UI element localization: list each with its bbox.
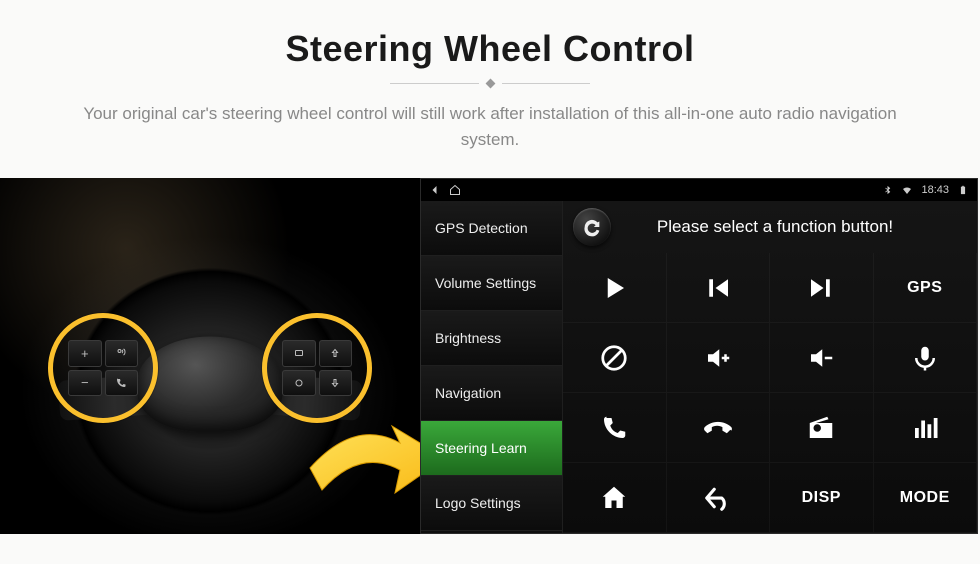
phone-pickup-icon (599, 413, 629, 443)
sidebar-item-label: Navigation (435, 385, 501, 401)
volume-down-button[interactable] (770, 323, 874, 393)
mute-button[interactable] (563, 323, 667, 393)
equalizer-icon (910, 413, 940, 443)
sidebar-item-steering-learn[interactable]: Steering Learn (421, 421, 562, 476)
next-track-button[interactable] (770, 253, 874, 323)
home-button[interactable] (563, 463, 667, 533)
sidebar-item-volume-settings[interactable]: Volume Settings (421, 256, 562, 311)
sidebar-item-gps-detection[interactable]: GPS Detection (421, 201, 562, 256)
sidebar-item-navigation[interactable]: Navigation (421, 366, 562, 421)
headunit-screen: 18:43 GPS Detection Volume Settings Brig… (420, 178, 978, 534)
battery-icon (957, 184, 969, 196)
call-hangup-button[interactable] (667, 393, 771, 463)
home-icon (599, 483, 629, 513)
next-track-icon (806, 273, 836, 303)
play-icon (599, 273, 629, 303)
gps-button[interactable]: GPS (874, 253, 978, 323)
sidebar-item-label: Brightness (435, 330, 501, 346)
page-subtitle: Your original car's steering wheel contr… (60, 101, 920, 152)
status-time: 18:43 (921, 184, 949, 196)
highlight-ring-left (48, 313, 158, 423)
equalizer-button[interactable] (874, 393, 978, 463)
wifi-icon (901, 184, 913, 196)
status-bar: 18:43 (421, 179, 977, 201)
sidebar-item-logo-settings[interactable]: Logo Settings (421, 476, 562, 531)
back-nav-icon[interactable] (429, 184, 441, 196)
mic-button[interactable] (874, 323, 978, 393)
content-row: + − (0, 166, 980, 534)
mode-label: MODE (900, 489, 950, 507)
page-title: Steering Wheel Control (40, 28, 940, 70)
steering-wheel-photo: + − (0, 178, 420, 534)
sidebar-item-label: Volume Settings (435, 275, 536, 291)
mute-icon (599, 343, 629, 373)
refresh-button[interactable] (573, 208, 611, 246)
prev-track-icon (703, 273, 733, 303)
home-nav-icon[interactable] (449, 184, 461, 196)
volume-up-button[interactable] (667, 323, 771, 393)
sidebar-item-label: Steering Learn (435, 440, 527, 456)
phone-hangup-icon (703, 413, 733, 443)
radio-icon (806, 413, 836, 443)
settings-sidebar: GPS Detection Volume Settings Brightness… (421, 201, 563, 533)
function-panel: Please select a function button! GPS (563, 201, 977, 533)
sidebar-item-label: Logo Settings (435, 495, 521, 511)
play-button[interactable] (563, 253, 667, 323)
header: Steering Wheel Control Your original car… (0, 0, 980, 166)
bluetooth-icon (881, 184, 893, 196)
back-arrow-icon (703, 483, 733, 513)
call-pickup-button[interactable] (563, 393, 667, 463)
mode-button[interactable]: MODE (874, 463, 978, 533)
sidebar-item-label: GPS Detection (435, 220, 528, 236)
highlight-ring-right (262, 313, 372, 423)
refresh-icon (581, 216, 603, 238)
disp-label: DISP (802, 489, 841, 507)
volume-down-icon (806, 343, 836, 373)
previous-track-button[interactable] (667, 253, 771, 323)
display-button[interactable]: DISP (770, 463, 874, 533)
sidebar-item-brightness[interactable]: Brightness (421, 311, 562, 366)
panel-title: Please select a function button! (627, 217, 967, 237)
gps-label: GPS (907, 279, 942, 297)
title-divider (390, 80, 590, 87)
mic-icon (910, 343, 940, 373)
volume-up-icon (703, 343, 733, 373)
back-button[interactable] (667, 463, 771, 533)
radio-button[interactable] (770, 393, 874, 463)
